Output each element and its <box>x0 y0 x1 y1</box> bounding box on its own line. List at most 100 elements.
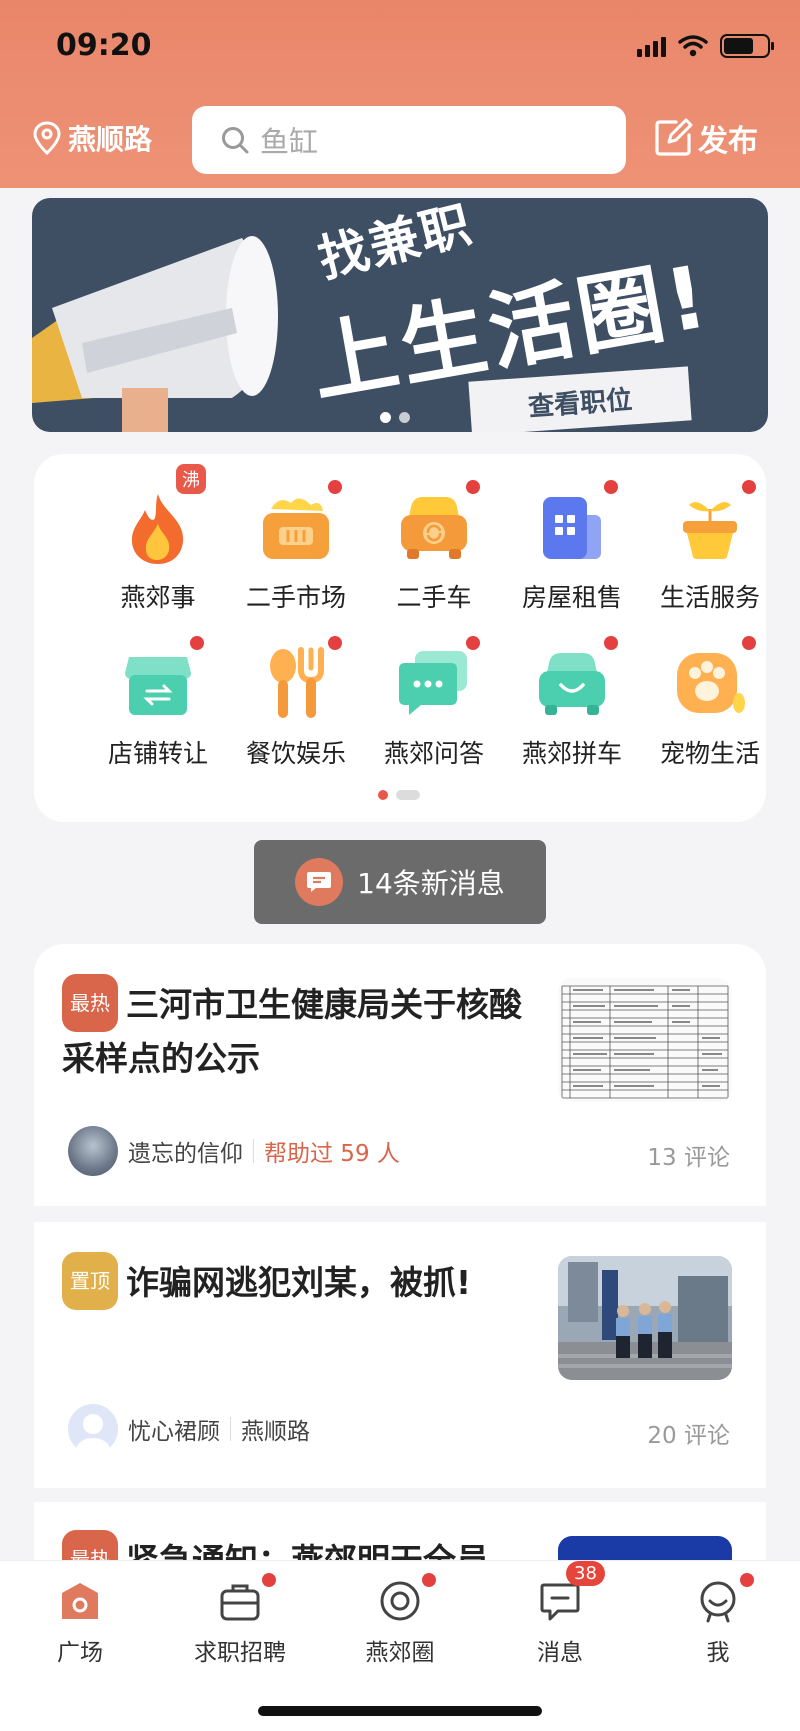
post-card[interactable]: 置顶 诈骗网逃犯刘某，被抓! 忧心裙顾 燕顺路 20 评论 <box>34 1222 766 1488</box>
notification-dot <box>422 1573 436 1587</box>
spoon-fork-icon <box>258 636 342 722</box>
category-dot-active <box>378 790 388 800</box>
tab-square[interactable]: 广场 <box>20 1579 140 1667</box>
category-shop-transfer[interactable]: 店铺转让 <box>88 636 228 770</box>
promo-banner[interactable]: 找兼职 上生活圈! 查看职位 <box>32 198 768 432</box>
notification-dot <box>328 480 342 494</box>
category-label: 生活服务 <box>659 583 760 612</box>
category-life-services[interactable]: 生活服务 <box>640 480 780 614</box>
banner-pagination <box>380 412 410 423</box>
notification-dot <box>742 480 756 494</box>
category-label: 燕郊事 <box>120 583 196 612</box>
category-label: 餐饮娱乐 <box>245 739 346 768</box>
category-yanjiao-events[interactable]: 沸 燕郊事 <box>88 464 228 614</box>
category-label: 宠物生活 <box>659 739 760 768</box>
search-placeholder: 鱼缸 <box>260 125 319 159</box>
category-secondhand-market[interactable]: 二手市场 <box>226 480 366 614</box>
new-messages-toast[interactable]: 14条新消息 <box>254 840 546 924</box>
search-bar[interactable]: 鱼缸 <box>192 106 626 174</box>
tab-messages[interactable]: 38 消息 <box>500 1561 620 1667</box>
notification-dot <box>190 636 204 650</box>
post-meta: 遗忘的信仰 帮助过 59 人 <box>68 1126 400 1176</box>
home-indicator[interactable] <box>258 1706 542 1716</box>
plant-pot-icon <box>672 480 756 566</box>
search-icon <box>222 127 249 154</box>
cellular-signal-icon <box>637 35 666 57</box>
meta-divider <box>253 1139 254 1163</box>
category-label: 房屋租售 <box>521 583 622 612</box>
tab-me[interactable]: 我 <box>658 1573 778 1667</box>
category-qa[interactable]: 燕郊问答 <box>364 636 504 770</box>
comment-count[interactable]: 13 评论 <box>647 1138 730 1172</box>
profile-face-icon <box>696 1573 754 1623</box>
author-avatar[interactable] <box>68 1404 118 1454</box>
banner-dot-active <box>380 412 391 423</box>
edit-icon <box>655 118 693 156</box>
post-thumbnail[interactable] <box>558 1256 732 1380</box>
category-label: 二手车 <box>396 583 472 612</box>
category-dot <box>396 790 420 800</box>
notification-dot <box>328 636 342 650</box>
publish-label: 发布 <box>698 124 758 159</box>
default-user-icon <box>76 1414 110 1454</box>
post-location: 燕顺路 <box>241 1419 310 1445</box>
author-name[interactable]: 遗忘的信仰 <box>128 1134 243 1168</box>
tab-circle[interactable]: 燕郊圈 <box>340 1573 460 1667</box>
helped-count: 帮助过 59 人 <box>264 1141 400 1167</box>
category-pagination <box>378 790 420 800</box>
notification-dot <box>466 636 480 650</box>
post-title-text: 诈骗网逃犯刘某，被抓! <box>126 1263 472 1302</box>
hot-tag: 最热 <box>62 974 118 1032</box>
category-used-car[interactable]: 二手车 <box>364 480 504 614</box>
chat-bubbles-icon <box>396 636 480 722</box>
status-time: 09:20 <box>56 28 152 63</box>
post-title-text: 三河市卫生健康局关于核酸采样点的公示 <box>62 985 522 1078</box>
meta-divider <box>230 1417 231 1441</box>
fire-icon: 沸 <box>120 464 206 566</box>
document-table-image <box>558 978 732 1102</box>
post-title[interactable]: 最热 三河市卫生健康局关于核酸采样点的公示 <box>62 974 532 1086</box>
toast-text: 14条新消息 <box>357 867 505 900</box>
message-icon: 38 <box>538 1561 605 1623</box>
post-meta: 忧心裙顾 燕顺路 <box>68 1404 310 1454</box>
publish-button[interactable]: 发布 <box>652 116 758 160</box>
tab-jobs[interactable]: 求职招聘 <box>180 1573 300 1667</box>
post-card[interactable]: 最热 三河市卫生健康局关于核酸采样点的公示 遗忘的信仰 帮助过 59 人 13 … <box>34 944 766 1206</box>
author-name[interactable]: 忧心裙顾 <box>128 1412 220 1446</box>
tab-label: 消息 <box>537 1640 583 1666</box>
category-grid: 沸 燕郊事 二手市场 二手车 房屋租售 生活服务 店铺转让 餐饮娱乐 燕郊问答 … <box>34 454 766 822</box>
category-label: 二手市场 <box>245 583 346 612</box>
notification-dot <box>466 480 480 494</box>
location-pin-icon <box>33 121 61 155</box>
notification-dot <box>604 480 618 494</box>
category-pets[interactable]: 宠物生活 <box>640 636 780 770</box>
notification-dot <box>742 636 756 650</box>
post-thumbnail[interactable] <box>558 978 732 1102</box>
notification-dot <box>604 636 618 650</box>
notification-dot <box>740 1573 754 1587</box>
category-housing[interactable]: 房屋租售 <box>502 480 642 614</box>
notification-dot <box>262 1573 276 1587</box>
banner-dot <box>399 412 410 423</box>
tab-label: 我 <box>706 1640 730 1666</box>
briefcase-icon <box>218 1573 276 1623</box>
status-icons <box>637 34 774 58</box>
post-title[interactable]: 置顶 诈骗网逃犯刘某，被抓! <box>62 1252 532 1310</box>
message-count-badge: 38 <box>566 1561 605 1586</box>
police-photo-image <box>558 1256 732 1380</box>
carpool-icon <box>534 636 618 722</box>
location-label: 燕顺路 <box>68 123 153 156</box>
category-dining[interactable]: 餐饮娱乐 <box>226 636 366 770</box>
comment-count[interactable]: 20 评论 <box>647 1416 730 1450</box>
battery-icon <box>720 34 774 58</box>
shop-icon <box>120 636 204 722</box>
home-square-icon <box>58 1579 102 1623</box>
author-avatar[interactable] <box>68 1126 118 1176</box>
category-carpool[interactable]: 燕郊拼车 <box>502 636 642 770</box>
pinned-tag: 置顶 <box>62 1252 118 1310</box>
location-selector[interactable]: 燕顺路 <box>32 118 152 158</box>
tab-label: 广场 <box>57 1640 103 1666</box>
message-bubble-icon <box>295 858 344 906</box>
circle-target-icon <box>378 1573 436 1623</box>
car-icon <box>396 480 480 566</box>
